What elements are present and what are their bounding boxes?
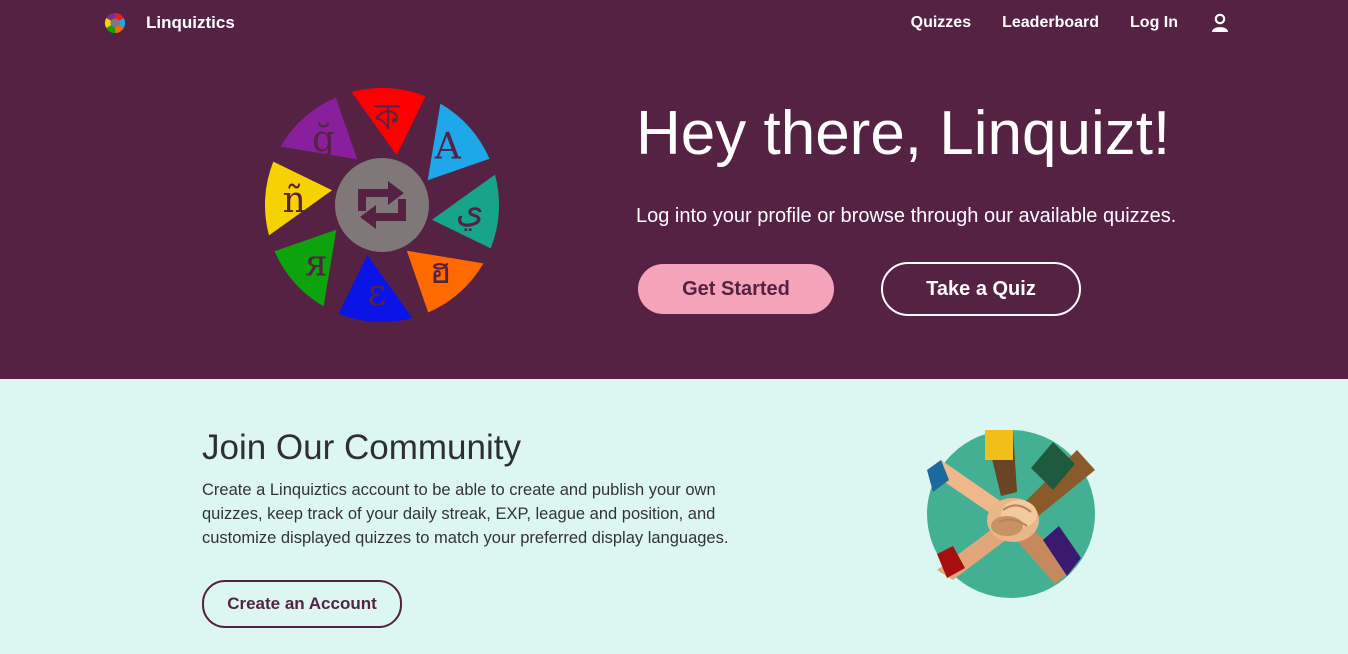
- wheel-glyph: ñ: [283, 180, 306, 221]
- nav-brand[interactable]: Linquiztics: [104, 12, 235, 34]
- nav-links: Quizzes Leaderboard Log In: [880, 13, 1230, 33]
- wheel-glyph: ğ: [312, 119, 335, 160]
- wheel-glyph: ي: [456, 190, 484, 231]
- take-quiz-button[interactable]: Take a Quiz: [881, 262, 1081, 316]
- sync-circle: [335, 158, 429, 252]
- hero-section: Linquiztics Quizzes Leaderboard Log In ক…: [0, 0, 1348, 379]
- brand-logo-icon: [104, 12, 126, 34]
- nav-leaderboard-link[interactable]: Leaderboard: [1002, 14, 1099, 32]
- team-hands-illustration: [927, 430, 1095, 598]
- hero-title: Hey there, Linquizt!: [636, 99, 1171, 168]
- community-title: Join Our Community: [202, 428, 521, 467]
- wheel-glyph: ฮ: [430, 251, 452, 292]
- create-account-button[interactable]: Create an Account: [202, 580, 402, 628]
- wheel-glyph: ɛ: [368, 273, 387, 314]
- wheel-glyph: я: [305, 244, 328, 285]
- community-description: Create a Linquiztics account to be able …: [202, 481, 729, 547]
- nav-login-link[interactable]: Log In: [1130, 14, 1178, 32]
- language-wheel-logo: কAيฮ ɛяñğ: [264, 87, 500, 323]
- user-icon[interactable]: [1210, 13, 1230, 33]
- nav-quizzes-link[interactable]: Quizzes: [911, 14, 971, 32]
- get-started-button[interactable]: Get Started: [638, 264, 834, 314]
- wheel-glyph: A: [434, 127, 462, 168]
- hero-subtitle: Log into your profile or browse through …: [636, 205, 1177, 227]
- wheel-glyph: ক: [374, 97, 401, 138]
- brand-name[interactable]: Linquiztics: [146, 13, 235, 33]
